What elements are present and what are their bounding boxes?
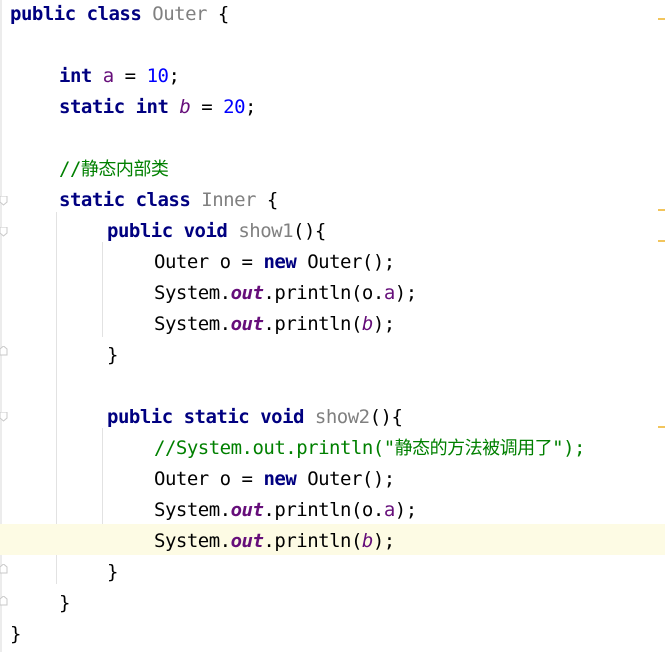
fold-start-icon[interactable] [0, 412, 8, 422]
code-line[interactable]: } [0, 589, 665, 620]
keyword: static [59, 189, 125, 211]
code-line[interactable]: //静态内部类 [0, 155, 665, 186]
code-line[interactable]: public static void show2(){ [0, 403, 665, 434]
field-name: a [102, 65, 114, 87]
comment: //静态内部类 [59, 158, 169, 180]
code-line[interactable]: public class Outer { [0, 0, 665, 31]
static-field-name: out [230, 530, 264, 552]
keyword: public [10, 3, 76, 25]
variable-name: o [361, 499, 373, 521]
method-call: println [274, 499, 351, 521]
code-line[interactable]: static int b = 20; [0, 93, 665, 124]
code-line[interactable]: System.out.println(b); [0, 310, 665, 341]
type-name: Outer [307, 251, 362, 273]
code-line[interactable]: int a = 10; [0, 62, 665, 93]
keyword: new [263, 251, 297, 273]
variable-name: o [219, 251, 231, 273]
type-name: Outer [154, 468, 209, 490]
keyword: int [135, 96, 169, 118]
method-call: println [274, 282, 351, 304]
keyword: static [59, 96, 125, 118]
static-field-name: out [230, 282, 264, 304]
fold-end-icon[interactable] [0, 346, 8, 356]
type-name: System [154, 530, 220, 552]
code-line[interactable]: Outer o = new Outer(); [0, 465, 665, 496]
code-line[interactable]: Outer o = new Outer(); [0, 248, 665, 279]
method-name: show2 [314, 406, 370, 428]
scrollbar-marker[interactable] [658, 209, 665, 211]
keyword: void [260, 406, 304, 428]
type-name: Outer [307, 468, 362, 490]
code-line[interactable]: } [0, 620, 665, 651]
type-name: System [154, 499, 220, 521]
type-name: System [154, 282, 220, 304]
variable-name: o [219, 468, 231, 490]
comment: //System.out.println("静态的方法被调用了"); [154, 437, 585, 459]
keyword: static [183, 406, 250, 428]
code-line[interactable]: } [0, 341, 665, 372]
fold-start-icon[interactable] [0, 196, 8, 206]
code-editor[interactable]: public class Outer { int a = 10; static … [0, 0, 665, 652]
current-code-line[interactable]: System.out.println(b); [0, 524, 665, 555]
static-field-name: b [361, 313, 373, 335]
keyword: class [135, 189, 191, 211]
scrollbar-marker[interactable] [658, 18, 665, 20]
fold-end-icon[interactable] [0, 564, 8, 574]
keyword: class [86, 3, 142, 25]
method-call: println [274, 313, 351, 335]
keyword: void [183, 220, 228, 242]
method-name: show1 [238, 220, 294, 242]
code-line[interactable]: public void show1(){ [0, 217, 665, 248]
code-line[interactable]: static class Inner { [0, 186, 665, 217]
keyword: int [59, 65, 92, 87]
static-field-name: b [179, 96, 191, 118]
code-line[interactable]: System.out.println(o.a); [0, 496, 665, 527]
type-name: System [154, 313, 220, 335]
keyword: public [107, 220, 173, 242]
type-name: Outer [154, 251, 209, 273]
code-line[interactable]: } [0, 558, 665, 589]
code-line[interactable]: System.out.println(o.a); [0, 279, 665, 310]
variable-name: o [361, 282, 373, 304]
keyword: new [263, 468, 297, 490]
field-name: a [383, 282, 395, 304]
static-field-name: b [361, 530, 373, 552]
class-name: Outer [152, 3, 207, 25]
number-literal: 10 [146, 65, 169, 87]
class-name: Inner [201, 189, 256, 211]
fold-start-icon[interactable] [0, 227, 8, 237]
number-literal: 20 [223, 96, 246, 118]
method-call: println [274, 530, 351, 552]
fold-end-icon[interactable] [0, 596, 8, 606]
field-name: a [383, 499, 395, 521]
scrollbar-marker[interactable] [658, 240, 665, 242]
keyword: public [107, 406, 173, 428]
static-field-name: out [230, 499, 264, 521]
code-line[interactable]: //System.out.println("静态的方法被调用了"); [0, 434, 665, 465]
scrollbar-marker[interactable] [658, 426, 665, 428]
static-field-name: out [230, 313, 264, 335]
